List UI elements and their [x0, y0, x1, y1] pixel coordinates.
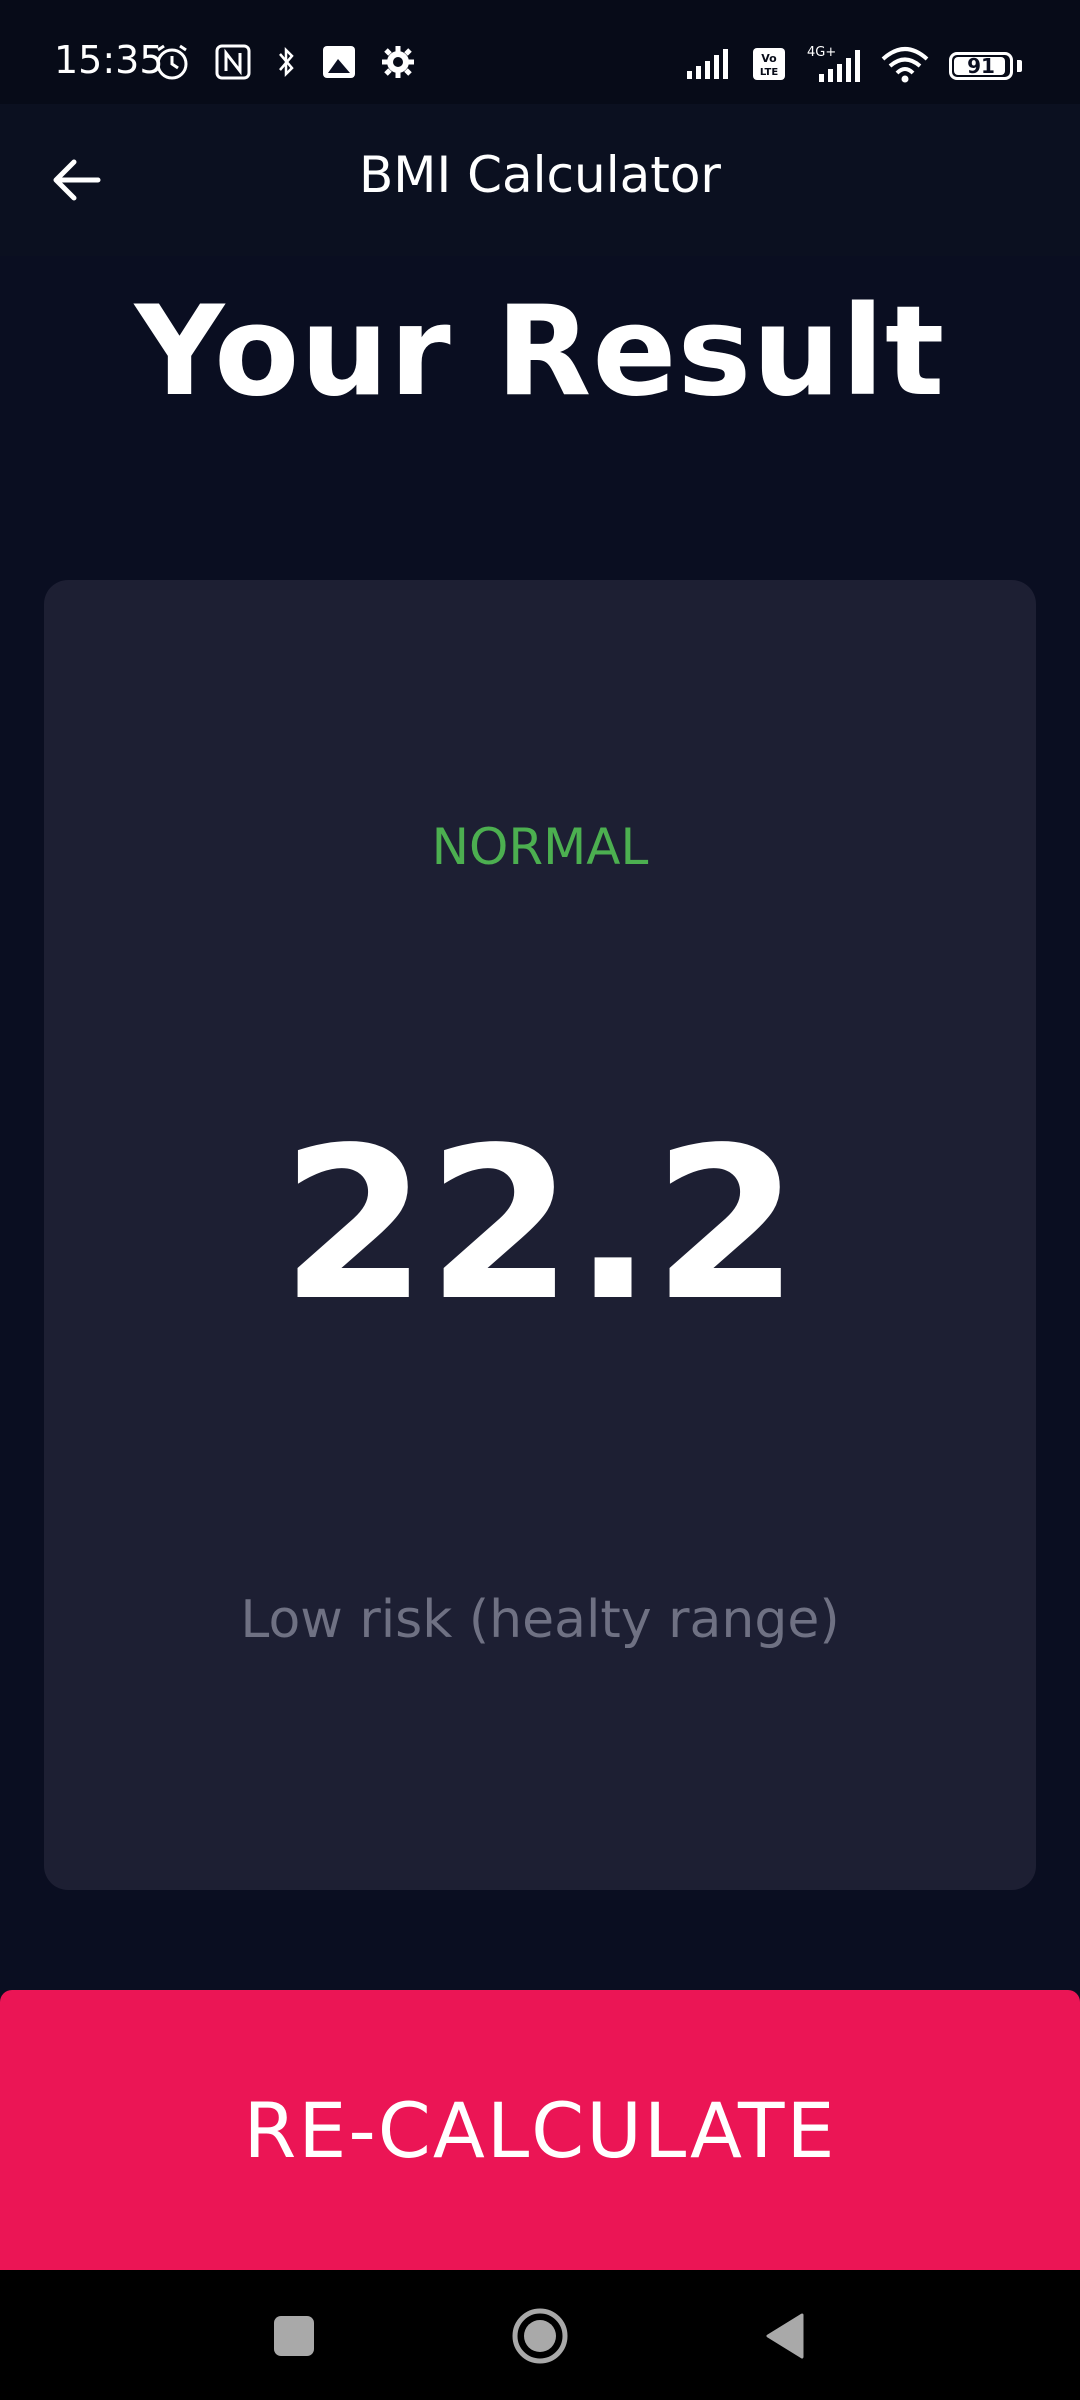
bmi-interpretation: Low risk (healty range) — [240, 1590, 840, 1650]
nfc-icon — [214, 43, 252, 85]
result-card: NORMAL 22.2 Low risk (healty range) — [44, 580, 1036, 1890]
signal-icon — [685, 47, 733, 85]
battery-level: 91 — [967, 54, 995, 78]
signal-4g-icon: 4G+ — [805, 44, 861, 88]
svg-text:LTE: LTE — [760, 67, 779, 78]
battery-tip — [1017, 60, 1022, 72]
bmi-status-label: NORMAL — [431, 818, 649, 876]
screen: 15:35 Vo LTE 4G+ 91 BMI Calculator Your … — [0, 0, 1080, 2400]
app-bar: BMI Calculator — [0, 104, 1080, 256]
recent-apps-icon — [274, 2316, 314, 2356]
recalculate-label: RE-CALCULATE — [243, 2085, 837, 2175]
status-time: 15:35 — [54, 38, 164, 82]
svg-text:4G+: 4G+ — [807, 45, 836, 60]
volte-icon: Vo LTE — [751, 46, 787, 86]
svg-text:Vo: Vo — [761, 52, 777, 65]
home-button[interactable] — [502, 2298, 578, 2374]
bmi-value: 22.2 — [280, 1102, 800, 1347]
status-right-icons: Vo LTE 4G+ 91 — [685, 44, 1022, 88]
battery-icon: 91 — [949, 52, 1013, 80]
photo-icon — [320, 43, 358, 85]
status-bar: 15:35 Vo LTE 4G+ 91 — [0, 0, 1080, 104]
app-title: BMI Calculator — [359, 146, 721, 204]
page-title: Your Result — [134, 280, 946, 424]
recalculate-button[interactable]: RE-CALCULATE — [0, 1990, 1080, 2270]
nav-back-button[interactable] — [746, 2298, 822, 2374]
bluetooth-icon — [274, 44, 298, 84]
system-nav-bar — [0, 2270, 1080, 2400]
recent-apps-button[interactable] — [256, 2298, 332, 2374]
settings-icon — [380, 44, 416, 84]
wifi-icon — [879, 45, 931, 87]
back-icon — [766, 2313, 804, 2359]
alarm-icon — [152, 42, 192, 86]
home-icon — [512, 2308, 568, 2364]
status-left-icons — [152, 42, 416, 86]
